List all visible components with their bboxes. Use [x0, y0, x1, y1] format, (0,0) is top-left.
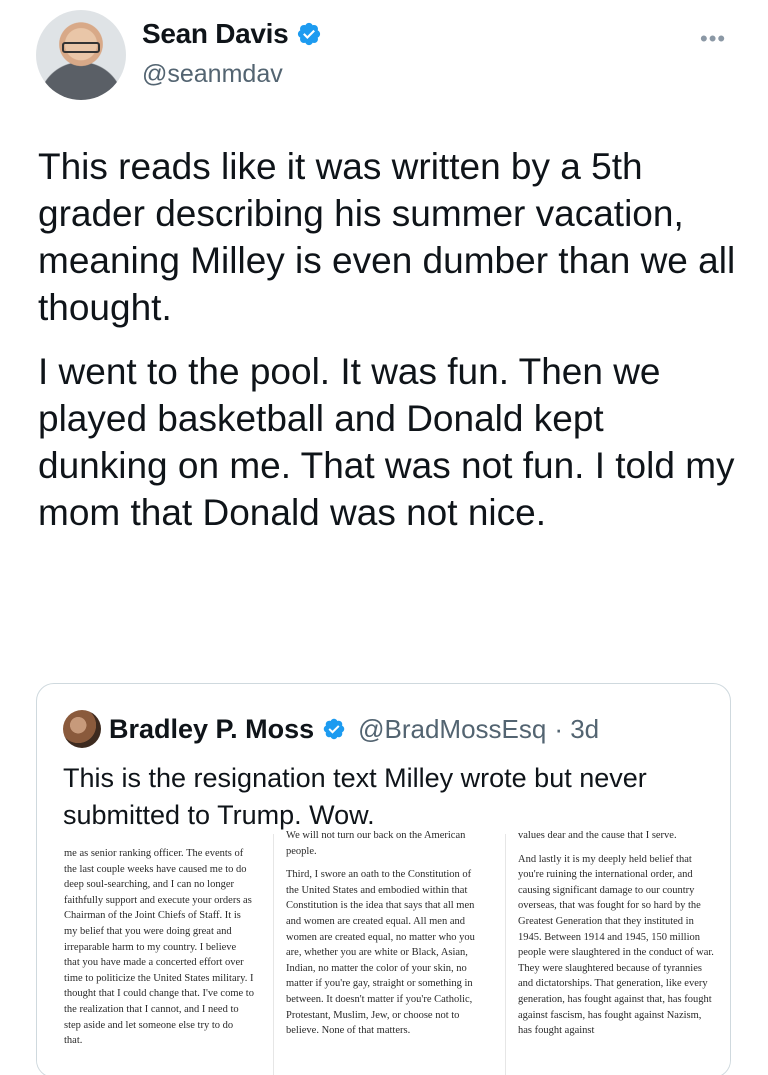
quoted-author-name[interactable]: Bradley P. Moss	[109, 714, 314, 745]
tweet-paragraph: I went to the pool. It was fun. Then we …	[38, 351, 735, 533]
more-horizontal-icon[interactable]: •••	[700, 26, 726, 52]
quoted-timestamp[interactable]: · 3d	[554, 714, 599, 745]
quoted-author-handle[interactable]: @BradMossEsq	[358, 714, 546, 745]
quoted-document-image[interactable]: me as senior ranking officer. The events…	[37, 830, 730, 1075]
author-name[interactable]: Sean Davis	[142, 18, 289, 50]
document-column-1: me as senior ranking officer. The events…	[64, 846, 254, 1057]
tweet-paragraph: This reads like it was written by a 5th …	[38, 146, 736, 328]
document-column-2: We will not turn our back on the America…	[286, 828, 486, 1047]
document-paragraph: We will not turn our back on the America…	[286, 830, 466, 857]
document-paragraph: me as senior ranking officer. The events…	[64, 848, 254, 1047]
quoted-avatar[interactable]	[63, 710, 101, 748]
document-paragraph: Third, I swore an oath to the Constituti…	[286, 869, 475, 1037]
author-name-row: Sean Davis	[142, 18, 322, 50]
tweet-text: This reads like it was written by a 5th …	[38, 143, 738, 553]
author-handle[interactable]: @seanmdav	[142, 60, 283, 89]
quoted-tweet[interactable]: Bradley P. Moss @BradMossEsq · 3d This i…	[36, 683, 731, 1075]
avatar-glasses	[62, 42, 100, 53]
document-divider	[273, 834, 274, 1075]
document-paragraph: values dear and the cause that I serve.	[518, 830, 677, 841]
document-paragraph: And lastly it is my deeply held belief t…	[518, 853, 714, 1037]
verified-badge-icon	[298, 22, 321, 46]
quoted-text: This is the resignation text Milley wrot…	[63, 763, 647, 830]
document-divider	[505, 834, 506, 1075]
verified-badge-icon	[323, 718, 345, 740]
document-column-3: values dear and the cause that I serve. …	[518, 828, 718, 1047]
author-avatar[interactable]	[36, 10, 126, 100]
quoted-header: Bradley P. Moss @BradMossEsq · 3d	[63, 710, 599, 748]
